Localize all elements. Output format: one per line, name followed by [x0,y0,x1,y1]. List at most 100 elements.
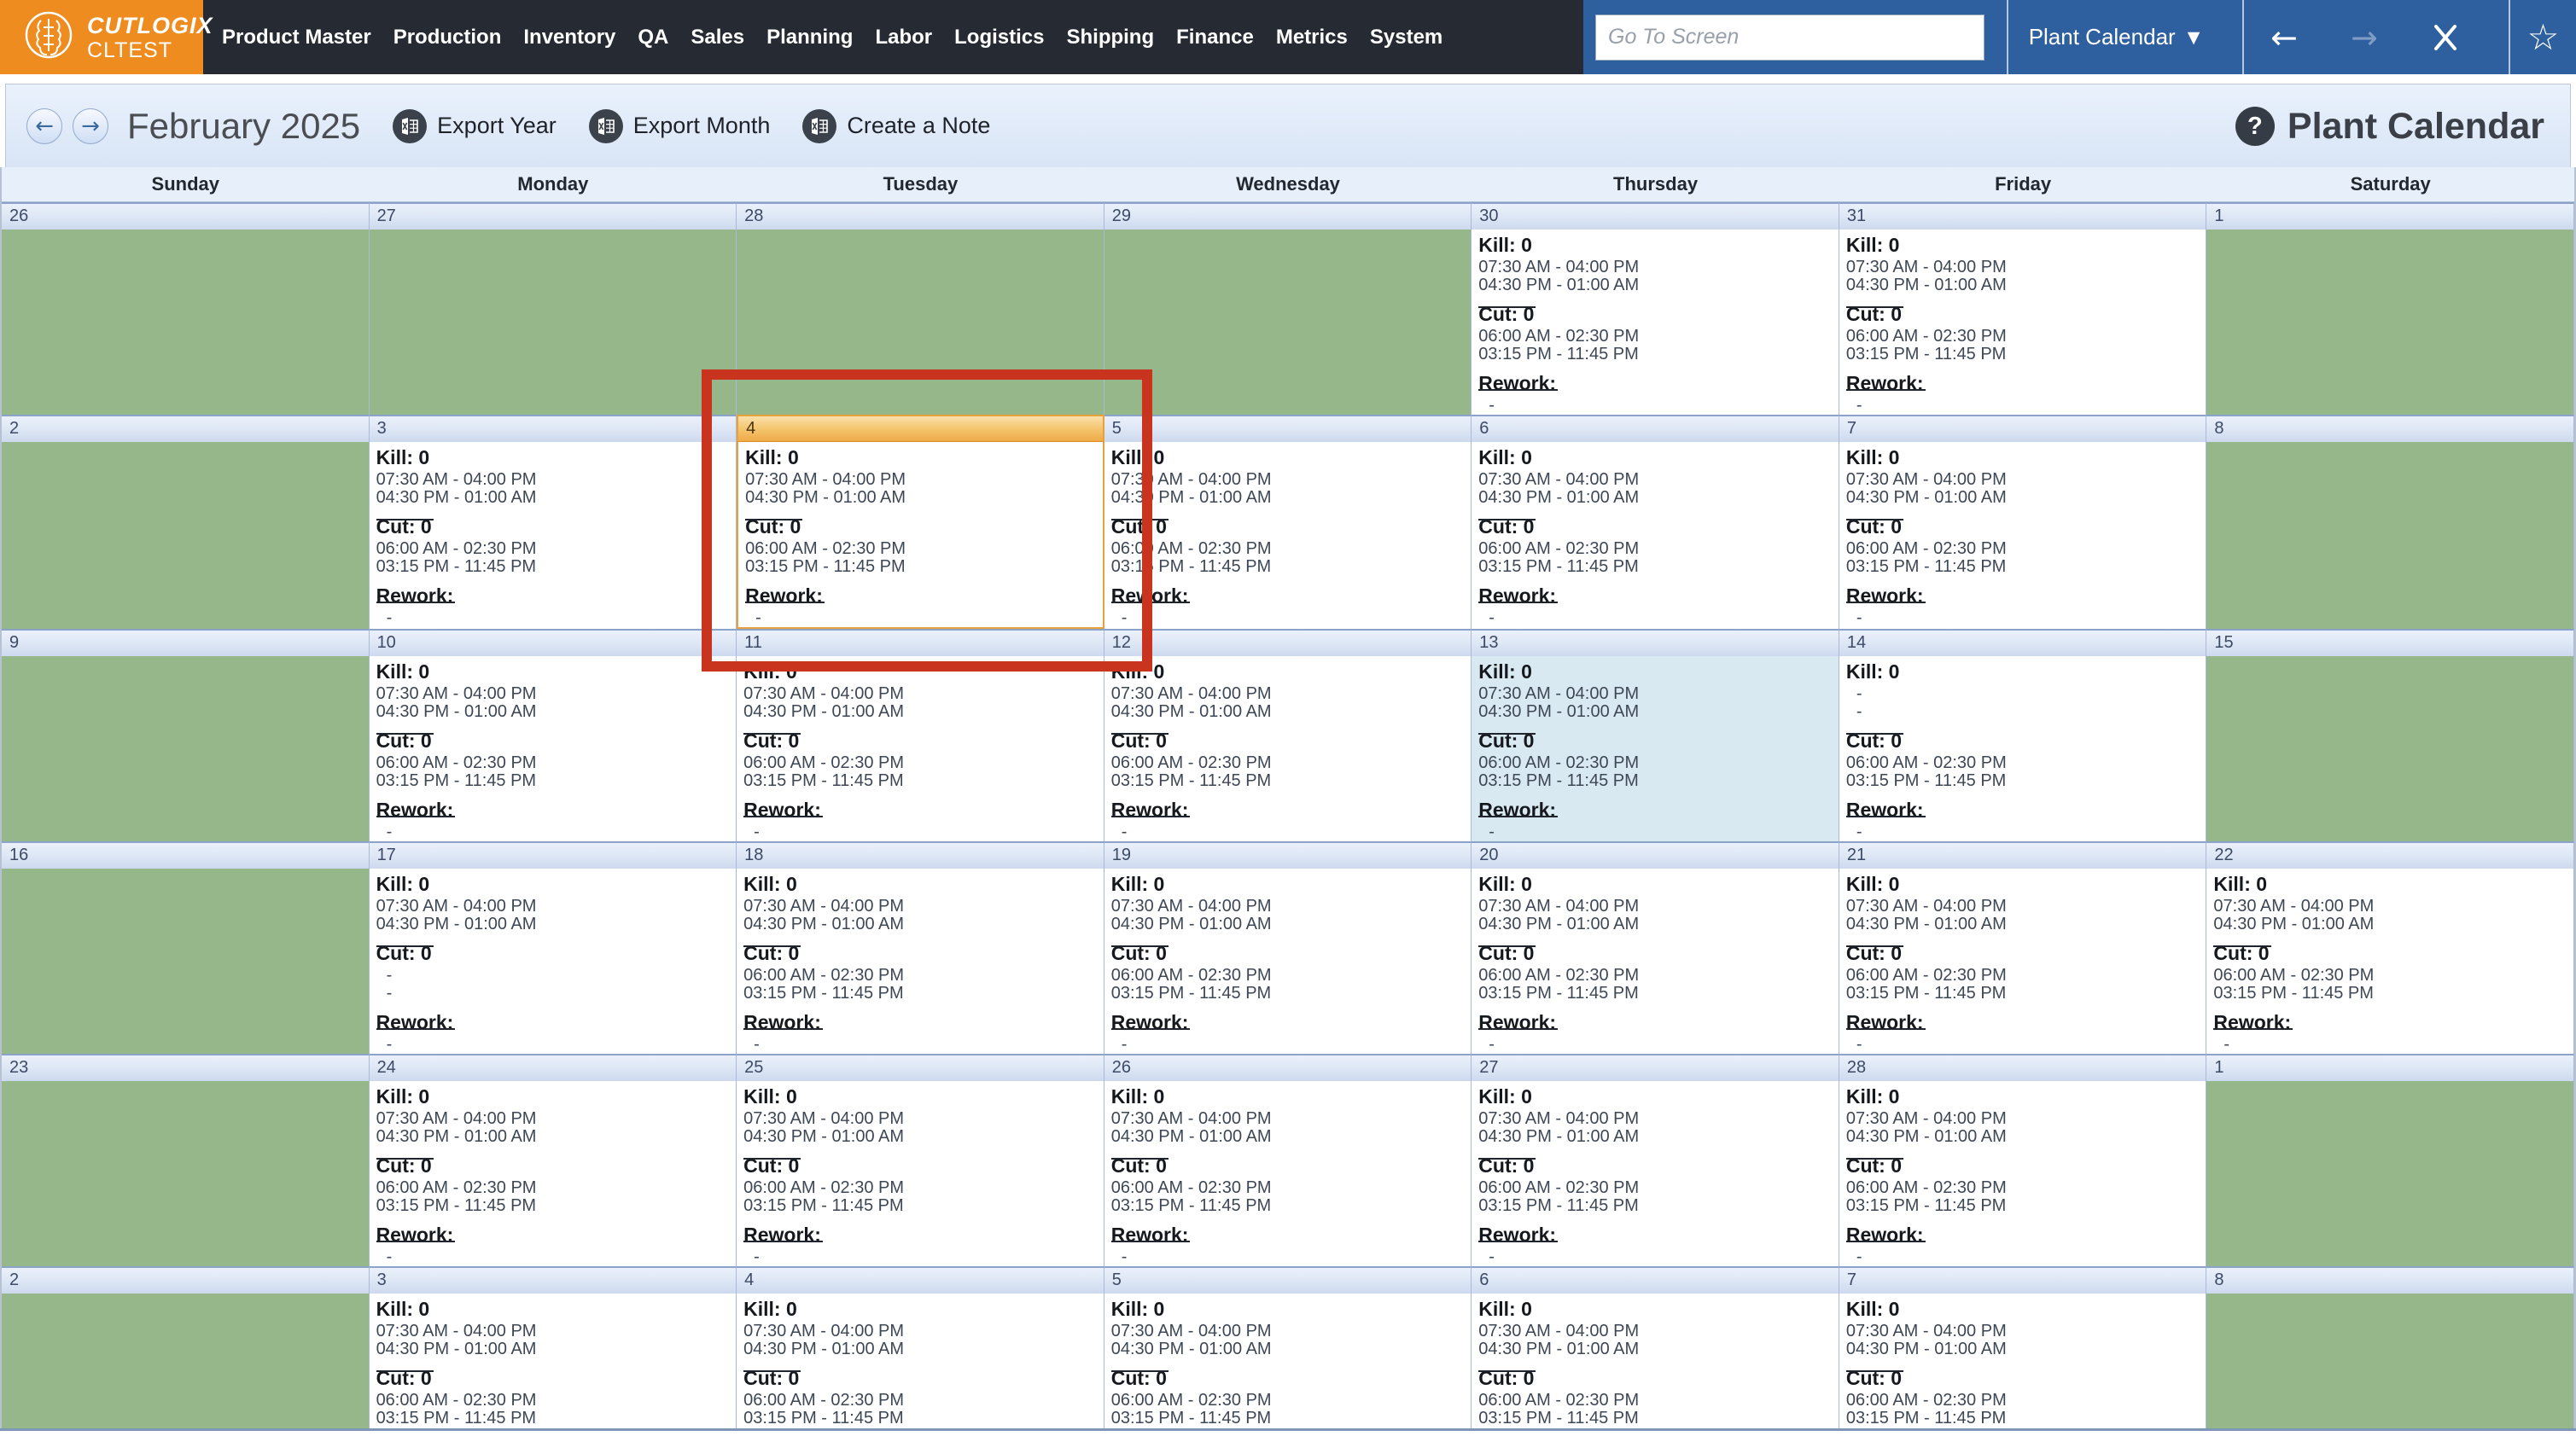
previous-month-button[interactable]: ← [26,108,62,144]
nav-menu-item[interactable]: Finance [1176,26,1254,49]
create-note-button[interactable]: Create a Note [802,108,990,143]
nav-menu-item[interactable]: Planning [766,26,853,49]
day-date-strip[interactable]: 27 [369,202,737,230]
nav-menu-item[interactable]: Sales [691,26,744,49]
day-date-strip[interactable]: 23 [2,1054,370,1081]
day-cell[interactable]: Kill: 0- - Cut: 0 06:00 AM - 02:30 PM 03:15 … [1839,656,2207,841]
day-date-strip[interactable]: 3 [369,415,737,442]
day-date-strip[interactable]: 8 [2206,415,2574,442]
day-date-strip[interactable]: 20 [1472,841,1839,869]
day-cell[interactable]: Kill: 0 07:30 AM - 04:00 PM 04:30 PM - 01:… [737,1081,1104,1266]
day-cell[interactable]: Kill: 0 07:30 AM - 04:00 PM 04:30 PM - 01:… [1104,869,1472,1054]
day-date-strip[interactable]: 6 [1472,415,1839,442]
nav-menu-item[interactable]: Inventory [523,26,615,49]
day-date-strip[interactable]: 12 [1104,629,1472,656]
day-date-strip[interactable]: 8 [2206,1266,2574,1294]
day-cell-closed[interactable] [2206,656,2574,841]
day-cell[interactable]: Kill: 0 07:30 AM - 04:00 PM 04:30 PM - 01:… [737,656,1104,841]
day-cell[interactable]: Kill: 0 07:30 AM - 04:00 PM 04:30 PM - 01:… [1472,230,1839,415]
next-month-button[interactable]: → [73,108,108,144]
day-date-strip[interactable]: 21 [1839,841,2207,869]
day-cell[interactable]: Kill: 0 07:30 AM - 04:00 PM 04:30 PM - 01:… [737,442,1104,629]
day-date-strip[interactable]: 27 [1472,1054,1839,1081]
export-month-button[interactable]: Export Month [588,108,770,143]
nav-menu-item[interactable]: Labor [875,26,932,49]
day-date-strip[interactable]: 15 [2206,629,2574,656]
nav-menu-item[interactable]: QA [638,26,668,49]
day-date-strip[interactable]: 14 [1839,629,2207,656]
day-date-strip[interactable]: 11 [737,629,1104,656]
day-cell[interactable]: Kill: 0 07:30 AM - 04:00 PM 04:30 PM - 01:… [737,1294,1104,1442]
day-date-strip[interactable]: 13 [1472,629,1839,656]
day-cell-closed[interactable] [2206,1294,2574,1442]
day-date-strip[interactable]: 29 [1104,202,1472,230]
day-cell-closed[interactable] [2206,1081,2574,1266]
day-cell[interactable]: Kill: 0 07:30 AM - 04:00 PM 04:30 PM - 01:… [369,1294,737,1442]
nav-menu-item[interactable]: Metrics [1276,26,1348,49]
day-cell-closed[interactable] [2,1081,370,1266]
day-date-strip[interactable]: 4 [737,1266,1104,1294]
day-cell[interactable]: Kill: 0 07:30 AM - 04:00 PM 04:30 PM - 01:… [1839,1294,2207,1442]
day-date-strip[interactable]: 28 [737,202,1104,230]
day-cell[interactable]: Kill: 0 07:30 AM - 04:00 PM 04:30 PM - 01:… [737,869,1104,1054]
day-date-strip[interactable]: 17 [369,841,737,869]
day-cell-closed[interactable] [369,230,737,415]
day-date-strip[interactable]: 7 [1839,1266,2207,1294]
day-cell[interactable]: Kill: 0 07:30 AM - 04:00 PM 04:30 PM - 01:… [369,1081,737,1266]
nav-menu-item[interactable]: Logistics [954,26,1044,49]
day-cell[interactable]: Kill: 0 07:30 AM - 04:00 PM 04:30 PM - 01:… [1839,869,2207,1054]
day-cell[interactable]: Kill: 0 07:30 AM - 04:00 PM 04:30 PM - 01:… [369,442,737,629]
day-cell-closed[interactable] [2,442,370,629]
screen-selector-dropdown[interactable]: Plant Calendar ▼ [2008,0,2220,74]
day-date-strip[interactable]: 2 [2,415,370,442]
day-date-strip[interactable]: 3 [369,1266,737,1294]
day-date-strip[interactable]: 9 [2,629,370,656]
day-date-strip[interactable]: 5 [1104,1266,1472,1294]
close-icon[interactable] [2431,23,2460,52]
day-date-strip[interactable]: 1 [2206,1054,2574,1081]
nav-menu-item[interactable]: Product Master [222,26,371,49]
favorite-star-icon[interactable]: ☆ [2527,19,2560,55]
day-date-strip[interactable]: 28 [1839,1054,2207,1081]
day-cell-closed[interactable] [2206,442,2574,629]
day-date-strip[interactable]: 30 [1472,202,1839,230]
export-year-button[interactable]: Export Year [393,108,557,143]
day-date-strip[interactable]: 31 [1839,202,2207,230]
day-cell[interactable]: Kill: 0 07:30 AM - 04:00 PM 04:30 PM - 01:… [1472,656,1839,841]
nav-menu-item[interactable]: System [1370,26,1442,49]
day-cell[interactable]: Kill: 0 07:30 AM - 04:00 PM 04:30 PM - 01:… [1839,230,2207,415]
day-date-strip[interactable]: 10 [369,629,737,656]
goto-screen-input[interactable] [1595,14,1984,61]
day-cell[interactable]: Kill: 0 07:30 AM - 04:00 PM 04:30 PM - 01:… [1104,442,1472,629]
day-date-strip[interactable]: 2 [2,1266,370,1294]
day-date-strip[interactable]: 18 [737,841,1104,869]
day-cell[interactable]: Kill: 0 07:30 AM - 04:00 PM 04:30 PM - 01:… [2206,869,2574,1054]
day-cell-closed[interactable] [2,869,370,1054]
day-cell[interactable]: Kill: 0 07:30 AM - 04:00 PM 04:30 PM - 01:… [369,869,737,1054]
day-date-strip[interactable]: 4 [737,415,1104,442]
day-cell-closed[interactable] [737,230,1104,415]
day-cell[interactable]: Kill: 0 07:30 AM - 04:00 PM 04:30 PM - 01:… [1472,442,1839,629]
brand-block[interactable]: CUTLOGIX CLTEST [0,0,213,74]
day-date-strip[interactable]: 26 [1104,1054,1472,1081]
day-cell[interactable]: Kill: 0 07:30 AM - 04:00 PM 04:30 PM - 01:… [369,656,737,841]
day-date-strip[interactable]: 1 [2206,202,2574,230]
day-date-strip[interactable]: 5 [1104,415,1472,442]
day-cell[interactable]: Kill: 0 07:30 AM - 04:00 PM 04:30 PM - 01:… [1104,1294,1472,1442]
day-date-strip[interactable]: 26 [2,202,370,230]
day-cell[interactable]: Kill: 0 07:30 AM - 04:00 PM 04:30 PM - 01:… [1839,1081,2207,1266]
day-date-strip[interactable]: 19 [1104,841,1472,869]
day-cell-closed[interactable] [2,230,370,415]
day-date-strip[interactable]: 24 [369,1054,737,1081]
day-date-strip[interactable]: 6 [1472,1266,1839,1294]
day-cell[interactable]: Kill: 0 07:30 AM - 04:00 PM 04:30 PM - 01:… [1104,1081,1472,1266]
day-cell-closed[interactable] [2,656,370,841]
back-arrow-icon[interactable]: ← [2270,21,2298,54]
day-date-strip[interactable]: 7 [1839,415,2207,442]
day-cell-closed[interactable] [2,1294,370,1442]
help-icon[interactable]: ? [2235,107,2275,146]
day-date-strip[interactable]: 22 [2206,841,2574,869]
day-cell-closed[interactable] [2206,230,2574,415]
day-cell[interactable]: Kill: 0 07:30 AM - 04:00 PM 04:30 PM - 01:… [1472,1294,1839,1442]
day-date-strip[interactable]: 16 [2,841,370,869]
